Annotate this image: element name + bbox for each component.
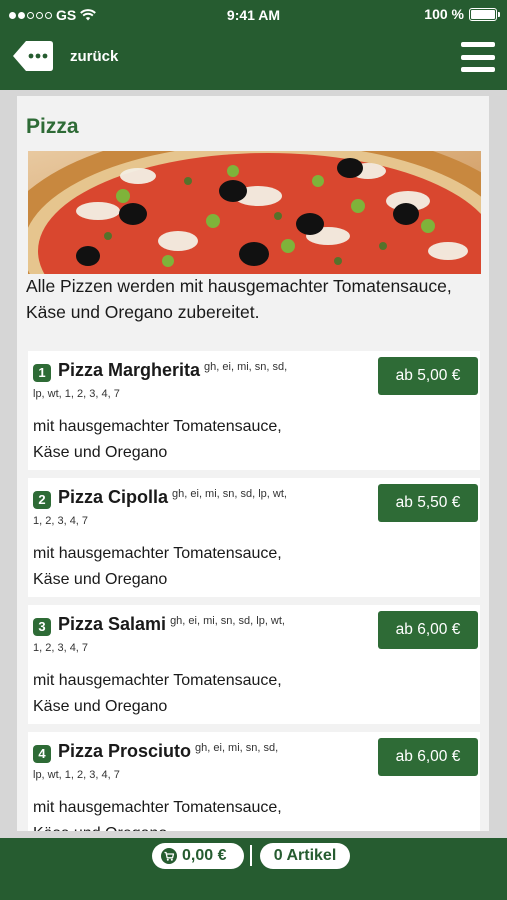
- allergen-codes: gh, ei, mi, sn, sd, lp, wt,: [170, 615, 285, 627]
- allergen-codes-continued: 1, 2, 3, 4, 7: [33, 642, 89, 654]
- cart-total-button[interactable]: 0,00 €: [152, 843, 244, 869]
- item-description: mit hausgemachter Tomatensauce, Käse und …: [33, 541, 333, 593]
- back-button[interactable]: zurück: [12, 40, 118, 72]
- cart-footer-bar: 0,00 € 0 Artikel: [0, 838, 507, 900]
- menu-item-card: 4 Pizza Prosciuto gh, ei, mi, sn, sd, lp,…: [28, 732, 480, 831]
- item-name-text: Pizza Salami: [58, 614, 167, 634]
- item-description-line: mit hausgemachter Tomatensauce,: [33, 672, 282, 689]
- item-number-badge: 3: [33, 618, 51, 636]
- item-name: Pizza Cipolla gh, ei, mi, sn, sd, lp, wt,: [58, 487, 287, 508]
- status-bar: GS 9:41 AM 100 %: [0, 0, 507, 30]
- cart-total: 0,00 €: [182, 847, 227, 864]
- price-button[interactable]: ab 6,00 €: [378, 738, 478, 776]
- shopping-cart-icon: [161, 848, 177, 864]
- hamburger-menu-icon[interactable]: [461, 42, 495, 72]
- pizza-photo: [28, 151, 481, 274]
- item-name: Pizza Prosciuto gh, ei, mi, sn, sd,: [58, 741, 278, 762]
- cart-item-count[interactable]: 0 Artikel: [260, 843, 350, 869]
- item-number-badge: 4: [33, 745, 51, 763]
- item-name: Pizza Margherita gh, ei, mi, sn, sd,: [58, 360, 287, 381]
- item-number-badge: 2: [33, 491, 51, 509]
- category-title: Pizza: [26, 115, 79, 138]
- navigation-bar: zurück: [0, 30, 507, 90]
- battery-status: 100 %: [424, 6, 500, 22]
- allergen-codes: gh, ei, mi, sn, sd,: [195, 742, 279, 754]
- menu-item-card: 3 Pizza Salami gh, ei, mi, sn, sd, lp, wt…: [28, 605, 480, 724]
- category-description: Alle Pizzen werden mit hausgemachter Tom…: [26, 276, 452, 322]
- item-description: mit hausgemachter Tomatensauce, Käse und …: [33, 795, 333, 831]
- item-description-line: mit hausgemachter Tomatensauce,: [33, 418, 282, 435]
- item-description: mit hausgemachter Tomatensauce, Käse und …: [33, 414, 333, 466]
- item-description-line: Käse und Oregano: [33, 444, 168, 461]
- item-name-text: Pizza Cipolla: [58, 487, 169, 507]
- item-description-line: Käse und Oregano: [33, 821, 333, 831]
- item-description-line: Käse und Oregano: [33, 698, 168, 715]
- item-name-text: Pizza Prosciuto: [58, 741, 192, 761]
- allergen-codes-continued: 1, 2, 3, 4, 7: [33, 515, 89, 527]
- back-label: zurück: [70, 47, 119, 65]
- menu-item-card: 1 Pizza Margherita gh, ei, mi, sn, sd, lp…: [28, 351, 480, 470]
- allergen-codes: gh, ei, mi, sn, sd,: [204, 361, 288, 373]
- item-description-line: mit hausgemachter Tomatensauce,: [33, 799, 282, 816]
- allergen-codes-continued: lp, wt, 1, 2, 3, 4, 7: [33, 388, 120, 400]
- item-name: Pizza Salami gh, ei, mi, sn, sd, lp, wt,: [58, 614, 285, 635]
- item-number-badge: 1: [33, 364, 51, 382]
- item-name-text: Pizza Margherita: [58, 360, 201, 380]
- allergen-codes-continued: lp, wt, 1, 2, 3, 4, 7: [33, 769, 120, 781]
- menu-item-card: 2 Pizza Cipolla gh, ei, mi, sn, sd, lp, w…: [28, 478, 480, 597]
- back-arrow-icon: [13, 41, 53, 71]
- price-button[interactable]: ab 5,00 €: [378, 357, 478, 395]
- menu-category-panel: Pizza Alle Pizzen werden mit hausgemacht…: [17, 96, 489, 831]
- allergen-codes: gh, ei, mi, sn, sd, lp, wt,: [172, 488, 287, 500]
- price-button[interactable]: ab 5,50 €: [378, 484, 478, 522]
- price-button[interactable]: ab 6,00 €: [378, 611, 478, 649]
- footer-divider: [250, 845, 252, 866]
- battery-percent: 100 %: [424, 6, 464, 22]
- item-description-line: mit hausgemachter Tomatensauce,: [33, 545, 282, 562]
- item-description: mit hausgemachter Tomatensauce, Käse und …: [33, 668, 333, 720]
- item-description-line: Käse und Oregano: [33, 571, 168, 588]
- battery-icon: [469, 7, 500, 21]
